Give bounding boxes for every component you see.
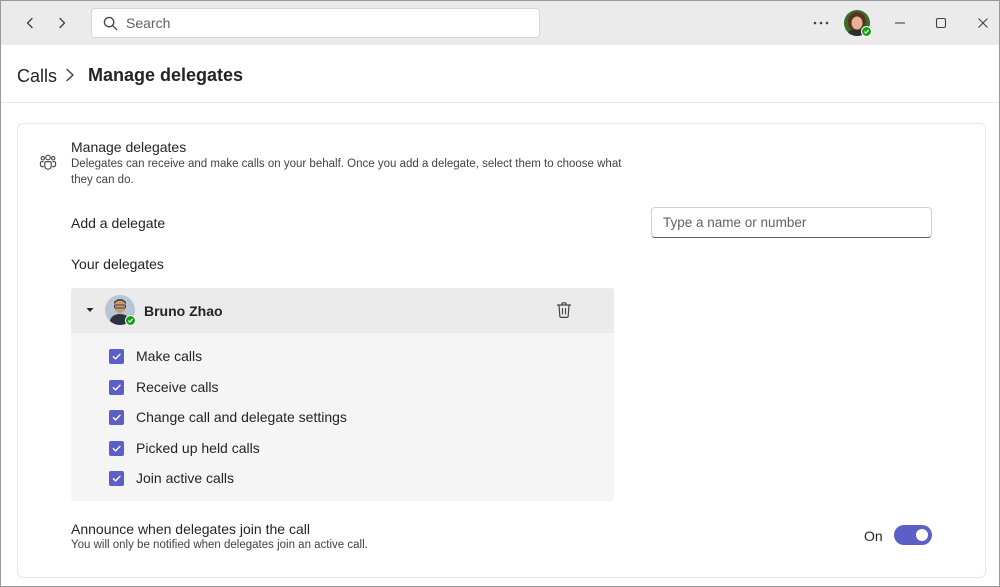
minimize-button[interactable] bbox=[886, 9, 914, 37]
your-delegates-label: Your delegates bbox=[71, 256, 164, 272]
presence-badge bbox=[861, 26, 872, 37]
user-avatar[interactable] bbox=[844, 10, 872, 37]
delegate-avatar bbox=[105, 295, 136, 326]
checkmark-icon bbox=[112, 445, 121, 452]
delete-icon[interactable] bbox=[554, 300, 574, 320]
permission-label: Change call and delegate settings bbox=[136, 409, 347, 425]
chevron-right-icon bbox=[59, 17, 66, 29]
more-horizontal-icon bbox=[813, 21, 829, 25]
permission-label: Receive calls bbox=[136, 379, 219, 395]
checkbox[interactable] bbox=[109, 409, 124, 425]
checkmark-icon bbox=[112, 384, 121, 391]
checkmark-icon bbox=[112, 475, 121, 482]
minimize-icon bbox=[895, 22, 905, 24]
close-window-button[interactable] bbox=[969, 9, 997, 37]
permission-make-calls[interactable]: Make calls bbox=[109, 347, 202, 365]
checkmark-icon bbox=[863, 29, 870, 34]
page-header: Calls Manage delegates bbox=[1, 45, 999, 103]
chevron-right-icon bbox=[66, 68, 74, 82]
permission-label: Make calls bbox=[136, 348, 203, 364]
maximize-icon bbox=[935, 17, 947, 29]
back-button[interactable] bbox=[18, 11, 42, 35]
maximize-button[interactable] bbox=[927, 9, 955, 37]
close-icon bbox=[978, 18, 988, 28]
more-options-button[interactable] bbox=[809, 11, 833, 35]
search-icon bbox=[103, 16, 118, 30]
delegate-presence-badge bbox=[125, 315, 136, 326]
checkmark-icon bbox=[112, 414, 121, 421]
checkbox[interactable] bbox=[109, 470, 124, 486]
page-title: Manage delegates bbox=[88, 65, 244, 85]
announce-toggle[interactable] bbox=[894, 525, 932, 545]
permission-held-calls[interactable]: Picked up held calls bbox=[109, 439, 260, 457]
announce-description: You will only be notified when delegates… bbox=[71, 539, 368, 551]
permission-change-settings[interactable]: Change call and delegate settings bbox=[109, 408, 347, 426]
search-input[interactable] bbox=[126, 15, 506, 31]
permission-receive-calls[interactable]: Receive calls bbox=[109, 378, 218, 396]
add-delegate-label: Add a delegate bbox=[71, 215, 166, 231]
checkmark-icon bbox=[112, 353, 121, 360]
checkmark-icon bbox=[127, 318, 134, 323]
checkbox[interactable] bbox=[109, 348, 124, 364]
chevron-left-icon bbox=[26, 17, 33, 29]
permission-join-active-calls[interactable]: Join active calls bbox=[109, 469, 234, 487]
breadcrumb-calls-link[interactable]: Calls bbox=[17, 66, 57, 87]
search-box[interactable] bbox=[91, 8, 540, 38]
add-delegate-input[interactable] bbox=[651, 207, 932, 238]
toggle-knob bbox=[916, 529, 928, 541]
people-team-icon bbox=[39, 154, 57, 170]
forward-button[interactable] bbox=[50, 11, 74, 35]
permission-label: Picked up held calls bbox=[136, 440, 260, 456]
checkbox[interactable] bbox=[109, 440, 124, 456]
toggle-state-label: On bbox=[864, 528, 883, 544]
app-window: Calls Manage delegates Manage delegates … bbox=[0, 0, 1000, 587]
checkbox[interactable] bbox=[109, 379, 124, 395]
title-bar bbox=[1, 1, 999, 45]
section-description: Delegates can receive and make calls on … bbox=[71, 158, 622, 186]
announce-title: Announce when delegates join the call bbox=[71, 521, 310, 537]
delegate-name: Bruno Zhao bbox=[144, 303, 223, 319]
section-title: Manage delegates bbox=[71, 139, 187, 155]
caret-down-icon[interactable] bbox=[85, 306, 95, 314]
permission-label: Join active calls bbox=[136, 470, 235, 486]
